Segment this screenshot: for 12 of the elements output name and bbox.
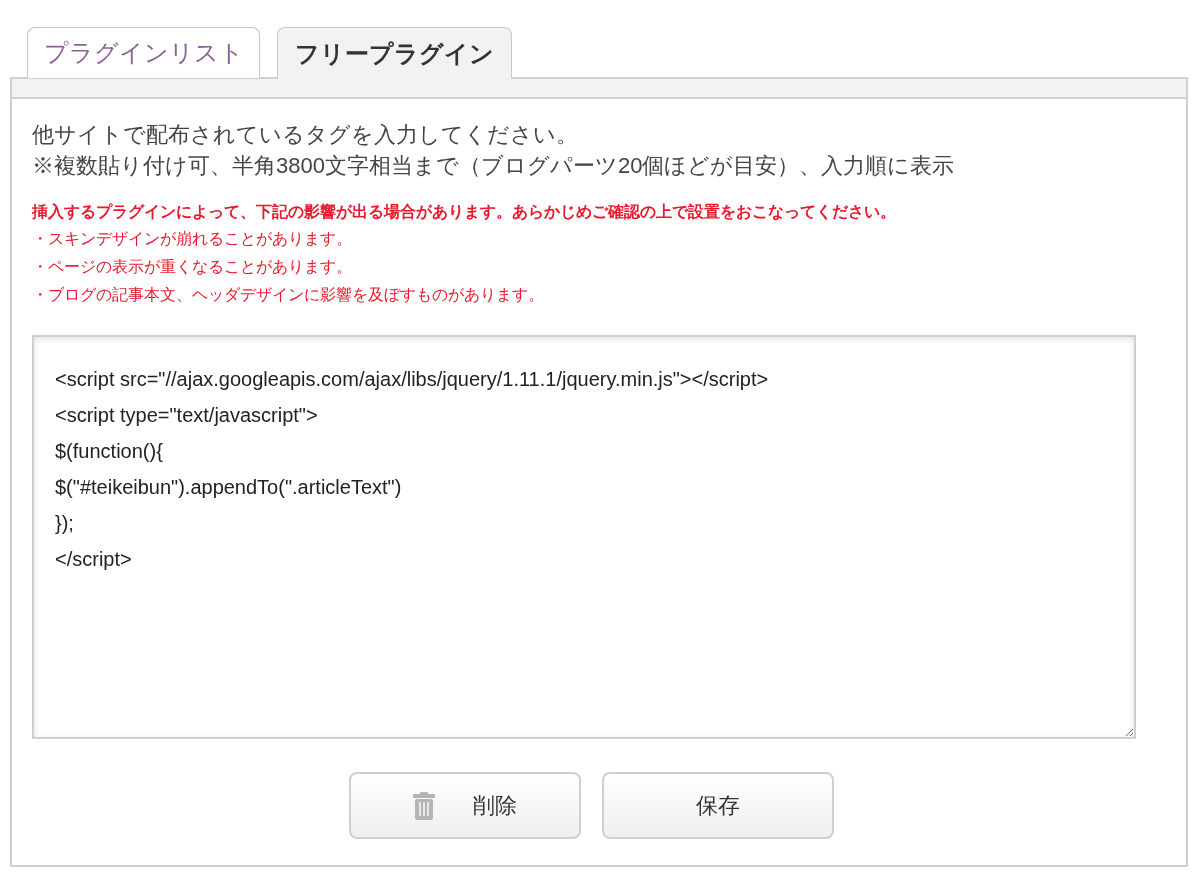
delete-button[interactable]: 削除 (348, 772, 581, 839)
tab[interactable]: フリープラグイン (277, 27, 512, 79)
tab[interactable]: プラグインリスト (27, 27, 260, 78)
instruction-text: 他サイトで配布されているタグを入力してください。 (32, 121, 579, 149)
save-button[interactable]: 保存 (601, 772, 834, 839)
warning-item: ・ページの表示が重くなることがあります。 (32, 257, 353, 277)
warning-item: ・スキンデザインが崩れることがあります。 (32, 229, 353, 249)
warning-heading: 挿入するプラグインによって、下記の影響が出る場合があります。あらかじめご確認の上で設置をおこなってください。 (32, 202, 897, 223)
instruction-text: ※複数貼り付け可、半角3800文字相当まで（ブログパーツ20個ほどが目安）、入力順に表示 (32, 152, 956, 180)
trash-icon (412, 791, 435, 820)
code-input-field[interactable]: <script src="//ajax.googleapis.com/ajax/libs/jquery/1.11.1/jquery.min.js"></script> <script type="text/javascript"> $(function(){ $("#teikeibun").appendTo(".articleText") }); </script> (32, 335, 1136, 739)
warning-item: ・ブログの記事本文、ヘッダデザインに影響を及ぼすものがあります。 (32, 285, 545, 305)
